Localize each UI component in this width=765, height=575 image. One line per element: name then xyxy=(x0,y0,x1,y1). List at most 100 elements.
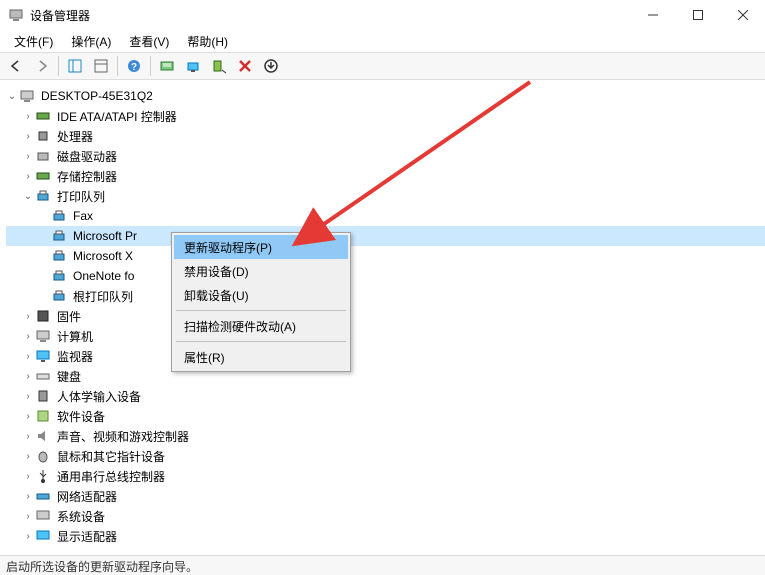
computer-icon xyxy=(19,88,35,104)
toolbar-separator xyxy=(150,56,151,76)
ctx-separator xyxy=(176,310,346,311)
minimize-button[interactable] xyxy=(630,0,675,30)
audio-icon xyxy=(35,428,51,444)
menubar: 文件(F) 操作(A) 查看(V) 帮助(H) xyxy=(0,30,765,52)
tree-item-label: 处理器 xyxy=(55,127,95,146)
disk-icon xyxy=(35,148,51,164)
cpu-icon xyxy=(35,128,51,144)
tree-item-computer[interactable]: › 计算机 xyxy=(6,326,765,346)
tree-item-rootprint[interactable]: 根打印队列 xyxy=(6,286,765,306)
monitor-icon xyxy=(35,348,51,364)
keyboard-icon xyxy=(35,368,51,384)
menu-view[interactable]: 查看(V) xyxy=(121,31,177,52)
tree-item-disk[interactable]: › 磁盘驱动器 xyxy=(6,146,765,166)
tree-item-label: 通用串行总线控制器 xyxy=(55,467,167,486)
window-title: 设备管理器 xyxy=(30,7,630,24)
update-driver-button[interactable] xyxy=(181,55,205,77)
expand-icon[interactable]: › xyxy=(22,331,34,342)
ctx-update-driver[interactable]: 更新驱动程序(P) xyxy=(174,235,348,259)
tree-item-label: 监视器 xyxy=(55,347,95,366)
devmgr-icon xyxy=(8,7,24,23)
collapse-icon[interactable]: ⌄ xyxy=(6,91,18,102)
expand-icon[interactable]: › xyxy=(22,411,34,422)
expand-icon[interactable]: › xyxy=(22,351,34,362)
device-tree[interactable]: ⌄ DESKTOP-45E31Q2 › IDE ATA/ATAPI 控制器 › … xyxy=(0,80,765,548)
back-button[interactable] xyxy=(4,55,28,77)
window-controls xyxy=(630,0,765,30)
svg-text:?: ? xyxy=(131,62,137,73)
tree-item-firmware[interactable]: › 固件 xyxy=(6,306,765,326)
tree-item-audio[interactable]: › 声音、视频和游戏控制器 xyxy=(6,426,765,446)
maximize-button[interactable] xyxy=(675,0,720,30)
tree-item-print-queue[interactable]: ⌄ 打印队列 xyxy=(6,186,765,206)
menu-action[interactable]: 操作(A) xyxy=(63,31,119,52)
ctx-uninstall-device[interactable]: 卸载设备(U) xyxy=(174,283,348,307)
forward-button[interactable] xyxy=(30,55,54,77)
tree-item-label: 软件设备 xyxy=(55,407,107,426)
tree-root[interactable]: ⌄ DESKTOP-45E31Q2 xyxy=(6,86,765,106)
expand-icon[interactable]: › xyxy=(22,491,34,502)
expand-icon[interactable]: › xyxy=(22,471,34,482)
uninstall-device-button[interactable] xyxy=(233,55,257,77)
tree-item-label: 固件 xyxy=(55,307,83,326)
help-button[interactable]: ? xyxy=(122,55,146,77)
tree-item-monitor[interactable]: › 监视器 xyxy=(6,346,765,366)
tree-item-label: 声音、视频和游戏控制器 xyxy=(55,427,191,446)
printer-icon xyxy=(51,288,67,304)
expand-icon[interactable]: › xyxy=(22,171,34,182)
expand-icon[interactable]: › xyxy=(22,451,34,462)
tree-item-msxps[interactable]: Microsoft X xyxy=(6,246,765,266)
titlebar: 设备管理器 xyxy=(0,0,765,30)
tree-item-label: Microsoft Pr xyxy=(71,228,139,244)
tree-item-mouse[interactable]: › 鼠标和其它指针设备 xyxy=(6,446,765,466)
expand-icon[interactable]: › xyxy=(22,371,34,382)
tree-item-msprint[interactable]: Microsoft Pr xyxy=(6,226,765,246)
storage-controller-icon xyxy=(35,168,51,184)
expand-icon[interactable]: › xyxy=(22,311,34,322)
expand-icon[interactable]: › xyxy=(22,391,34,402)
scan-hardware-button[interactable] xyxy=(155,55,179,77)
expand-icon[interactable]: › xyxy=(22,151,34,162)
menu-file[interactable]: 文件(F) xyxy=(6,31,61,52)
tree-item-fax[interactable]: Fax xyxy=(6,206,765,226)
ctx-scan-hardware[interactable]: 扫描检测硬件改动(A) xyxy=(174,314,348,338)
tree-item-label: 存储控制器 xyxy=(55,167,119,186)
properties-button[interactable] xyxy=(89,55,113,77)
expand-icon[interactable]: › xyxy=(22,431,34,442)
tree-item-cpu[interactable]: › 处理器 xyxy=(6,126,765,146)
tree-item-label: 计算机 xyxy=(55,327,95,346)
ctx-properties[interactable]: 属性(R) xyxy=(174,345,348,369)
hid-icon xyxy=(35,388,51,404)
tree-item-software[interactable]: › 软件设备 xyxy=(6,406,765,426)
tree-item-display[interactable]: › 显示适配器 xyxy=(6,526,765,546)
tree-item-keyboard[interactable]: › 键盘 xyxy=(6,366,765,386)
expand-icon[interactable]: › xyxy=(22,511,34,522)
toolbar-separator xyxy=(58,56,59,76)
collapse-icon[interactable]: ⌄ xyxy=(22,191,34,202)
tree-item-system[interactable]: › 系统设备 xyxy=(6,506,765,526)
ctx-separator xyxy=(176,341,346,342)
install-legacy-button[interactable] xyxy=(259,55,283,77)
tree-item-hid[interactable]: › 人体学输入设备 xyxy=(6,386,765,406)
show-hide-tree-button[interactable] xyxy=(63,55,87,77)
close-button[interactable] xyxy=(720,0,765,30)
tree-item-onenote[interactable]: OneNote fo xyxy=(6,266,765,286)
printer-icon xyxy=(51,248,67,264)
printer-icon xyxy=(35,188,51,204)
disable-device-button[interactable] xyxy=(207,55,231,77)
device-context-menu: 更新驱动程序(P) 禁用设备(D) 卸载设备(U) 扫描检测硬件改动(A) 属性… xyxy=(171,232,351,372)
computer-category-icon xyxy=(35,328,51,344)
expand-icon[interactable]: › xyxy=(22,531,34,542)
menu-help[interactable]: 帮助(H) xyxy=(179,31,236,52)
tree-item-label: 根打印队列 xyxy=(71,287,135,306)
expand-icon[interactable]: › xyxy=(22,111,34,122)
ctx-disable-device[interactable]: 禁用设备(D) xyxy=(174,259,348,283)
software-device-icon xyxy=(35,408,51,424)
tree-item-usb[interactable]: › 通用串行总线控制器 xyxy=(6,466,765,486)
expand-icon[interactable]: › xyxy=(22,131,34,142)
tree-item-ide[interactable]: › IDE ATA/ATAPI 控制器 xyxy=(6,106,765,126)
usb-icon xyxy=(35,468,51,484)
status-text: 启动所选设备的更新驱动程序向导。 xyxy=(6,560,198,574)
tree-item-storage[interactable]: › 存储控制器 xyxy=(6,166,765,186)
tree-item-network[interactable]: › 网络适配器 xyxy=(6,486,765,506)
